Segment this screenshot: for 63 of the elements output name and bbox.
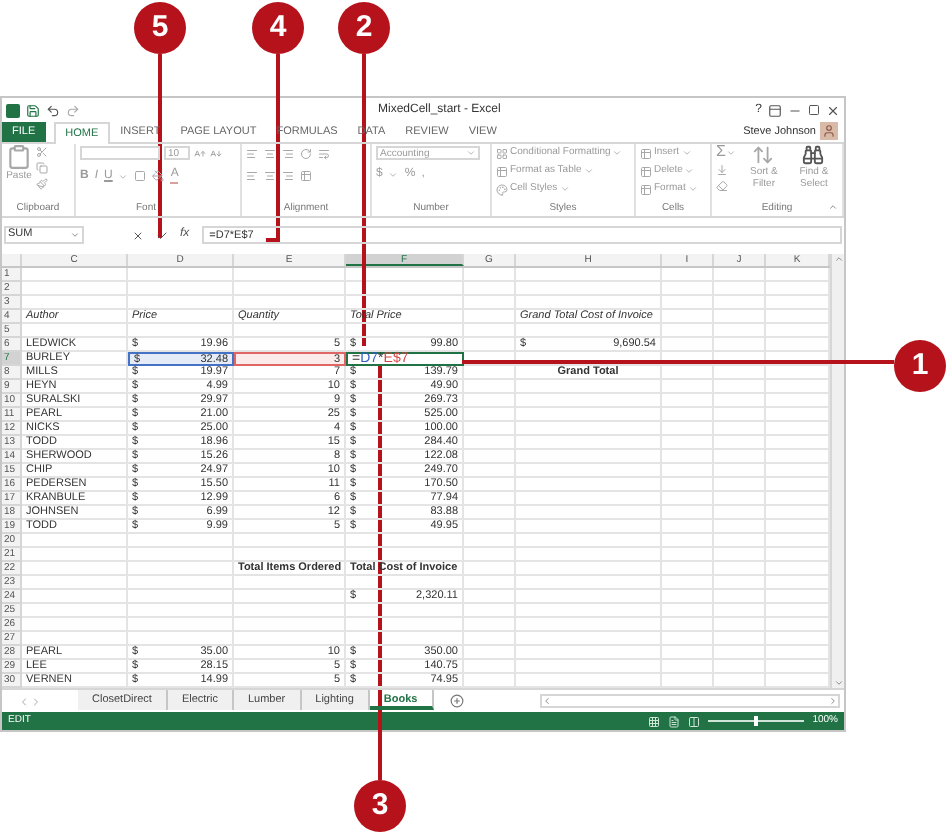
maximize-icon[interactable] (808, 104, 820, 116)
page-break-view-icon[interactable] (688, 715, 701, 727)
align-top-icon[interactable] (246, 148, 258, 160)
app-icon (6, 103, 20, 117)
paste-icon[interactable] (6, 144, 32, 170)
previous-sheet-icon[interactable] (18, 696, 30, 708)
binoculars-icon (802, 144, 825, 166)
undo-icon[interactable] (46, 103, 60, 117)
scissors-icon[interactable] (36, 146, 48, 158)
caret-icon (583, 166, 594, 176)
callout-badge: 1 (894, 340, 946, 392)
align-bottom-icon[interactable] (282, 148, 294, 160)
caret-icon (388, 170, 399, 180)
align-center-icon[interactable] (264, 170, 276, 182)
caret-icon (725, 147, 736, 157)
command-icon (496, 147, 508, 159)
copy-icon[interactable] (36, 162, 48, 174)
next-sheet-icon[interactable] (30, 696, 42, 708)
normal-view-icon[interactable] (648, 715, 661, 727)
save-icon[interactable] (26, 103, 40, 117)
ribbon-display-icon[interactable] (768, 103, 782, 117)
redo-icon[interactable] (66, 103, 80, 117)
page-layout-view-icon[interactable] (668, 715, 681, 727)
enter-icon[interactable] (156, 229, 168, 241)
callout-badge: 3 (354, 780, 406, 832)
scroll-left-icon[interactable] (542, 696, 552, 706)
horizontal-scrollbar[interactable] (540, 694, 840, 708)
command-icon (640, 147, 652, 159)
merge-icon[interactable] (300, 170, 312, 182)
new-sheet-icon[interactable] (449, 694, 464, 708)
zoom-slider-thumb[interactable] (754, 716, 759, 726)
font-name-field[interactable] (80, 146, 160, 160)
grow-font-icon[interactable] (194, 147, 206, 159)
vertical-scrollbar[interactable] (830, 254, 844, 688)
close-icon[interactable] (826, 103, 840, 117)
command-icon (496, 165, 508, 177)
command-icon (640, 165, 652, 177)
command-icon (640, 183, 652, 195)
caret-icon (559, 184, 570, 194)
shrink-font-icon[interactable] (210, 147, 222, 159)
wrap-text-icon[interactable] (318, 148, 330, 160)
align-left-icon[interactable] (246, 170, 258, 182)
caret-icon (118, 171, 129, 181)
sort-icon (752, 144, 775, 166)
eraser-icon[interactable] (716, 180, 728, 192)
orientation-icon[interactable] (300, 148, 312, 160)
command-icon (496, 183, 508, 195)
caret-icon (612, 148, 623, 158)
callout-badge: 4 (252, 2, 304, 54)
scroll-down-icon[interactable] (833, 678, 843, 688)
align-middle-icon[interactable] (264, 148, 276, 160)
scroll-right-icon[interactable] (828, 696, 838, 706)
cancel-icon[interactable] (132, 229, 144, 241)
align-right-icon[interactable] (282, 170, 294, 182)
callout-badge: 2 (338, 2, 390, 54)
callout-badge: 5 (134, 2, 186, 54)
scroll-up-icon[interactable] (833, 254, 843, 264)
fill-icon[interactable] (716, 164, 728, 176)
fill-color-icon[interactable] (152, 170, 165, 182)
border-icon[interactable] (134, 170, 147, 182)
caret-icon (466, 148, 476, 158)
brush-icon[interactable] (36, 178, 48, 190)
collapse-ribbon-icon[interactable] (828, 202, 838, 212)
